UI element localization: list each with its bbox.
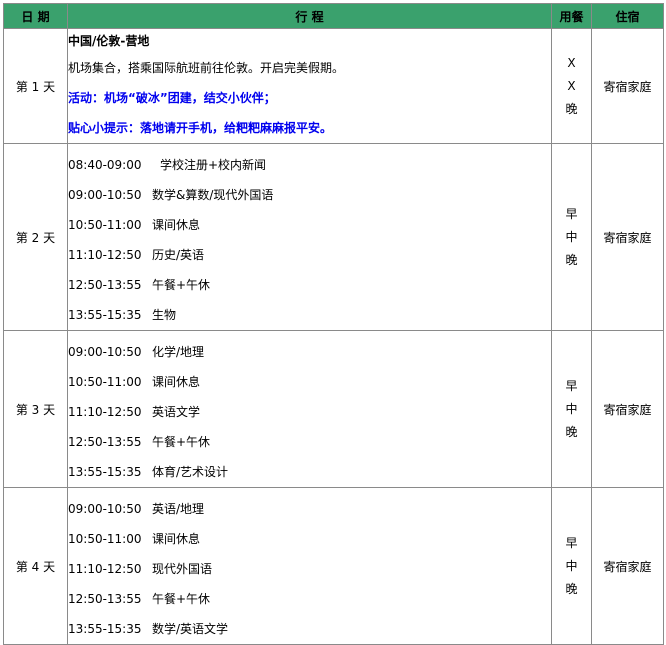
intro-tip: 贴心小提示：落地请开手机，给粑粑麻麻报平安。 [68,121,333,135]
item-time: 13:55-15:35 [68,622,142,636]
day-row: 第 1 天 中国/伦敦-营地 机场集合，搭乘国际航班前往伦敦。开启完美假期。 活… [3,28,664,144]
day-label: 第 2 天 [3,143,68,331]
stay-cell: 寄宿家庭 [591,330,664,488]
schedule-item: 12:50-13:55 午餐+午休 [68,584,551,614]
item-time: 13:55-15:35 [68,308,142,322]
header-meal: 用餐 [551,3,592,29]
meal-cell: 早 中 晚 [551,487,592,645]
item-activity: 生物 [152,308,177,322]
meal-cell: 早 中 晚 [551,143,592,331]
header-schedule: 行 程 [67,3,552,29]
item-time: 13:55-15:35 [68,465,142,479]
schedule-item: 12:50-13:55 午餐+午休 [68,270,551,300]
intro-activity: 活动：机场“破冰”团建，结交小伙伴； [68,91,276,105]
item-time: 09:00-10:50 [68,345,142,359]
item-activity: 英语/地理 [152,502,205,516]
item-time: 12:50-13:55 [68,278,142,292]
header-row: 日 期 行 程 用餐 住宿 [3,3,664,29]
schedule-item: 13:55-15:35 体育/艺术设计 [68,457,551,487]
stay-cell: 寄宿家庭 [591,143,664,331]
meal-lunch: 中 [565,229,578,244]
schedule-item: 12:50-13:55 午餐+午休 [68,427,551,457]
meal-dinner: 晚 [565,252,578,267]
item-activity: 午餐+午休 [152,435,211,449]
item-activity: 学校注册+校内新闻 [160,158,267,172]
item-time: 10:50-11:00 [68,218,142,232]
intro-text: 机场集合，搭乘国际航班前往伦敦。开启完美假期。 [68,61,345,75]
day-schedule: 08:40-09:00 学校注册+校内新闻 09:00-10:50 数学&算数/现代… [67,143,552,331]
item-activity: 英语文学 [152,405,201,419]
schedule-item: 10:50-11:00 课间休息 [68,524,551,554]
header-date: 日 期 [3,3,68,29]
meal-cell: X X 晚 [551,28,592,144]
schedule-item: 13:55-15:35 数学/英语文学 [68,614,551,644]
stay-cell: 寄宿家庭 [591,28,664,144]
item-activity: 体育/艺术设计 [152,465,229,479]
day-label: 第 1 天 [3,28,68,144]
day-label: 第 4 天 [3,487,68,645]
schedule-item: 09:00-10:50 英语/地理 [68,494,551,524]
meal-breakfast: 早 [565,535,578,550]
item-activity: 数学&算数/现代外国语 [152,188,274,202]
meal-breakfast: 早 [565,206,578,221]
meal-breakfast: 早 [565,378,578,393]
schedule-item: 13:55-15:35 生物 [68,300,551,330]
item-activity: 历史/英语 [152,248,205,262]
item-activity: 午餐+午休 [152,592,211,606]
item-time: 09:00-10:50 [68,188,142,202]
item-time: 11:10-12:50 [68,248,142,262]
schedule-item: 09:00-10:50 数学&算数/现代外国语 [68,180,551,210]
meal-dinner: 晚 [565,101,578,116]
itinerary-table: 日 期 行 程 用餐 住宿 第 1 天 中国/伦敦-营地 机场集合，搭乘国际航班… [3,3,664,645]
schedule-item: 11:10-12:50 现代外国语 [68,554,551,584]
meal-dinner: 晚 [565,581,578,596]
item-activity: 数学/英语文学 [152,622,229,636]
day-schedule: 中国/伦敦-营地 机场集合，搭乘国际航班前往伦敦。开启完美假期。 活动：机场“破… [67,28,552,144]
day-schedule: 09:00-10:50 化学/地理 10:50-11:00 课间休息 11:10-1… [67,330,552,488]
schedule-item: 08:40-09:00 学校注册+校内新闻 [68,150,551,180]
item-activity: 午餐+午休 [152,278,211,292]
meal-lunch: 中 [565,558,578,573]
schedule-item: 10:50-11:00 课间休息 [68,210,551,240]
item-activity: 课间休息 [152,218,201,232]
meal-dinner: 晚 [565,424,578,439]
item-activity: 现代外国语 [152,562,213,576]
item-time: 12:50-13:55 [68,592,142,606]
meal-lunch: X [567,78,576,93]
stay-cell: 寄宿家庭 [591,487,664,645]
day-row: 第 3 天 09:00-10:50 化学/地理 10:50-11:00 课间休息 1… [3,330,664,488]
item-time: 12:50-13:55 [68,435,142,449]
item-time: 09:00-10:50 [68,502,142,516]
item-time: 10:50-11:00 [68,375,142,389]
day-label: 第 3 天 [3,330,68,488]
meal-breakfast: X [567,55,576,70]
schedule-item: 11:10-12:50 英语文学 [68,397,551,427]
item-activity: 课间休息 [152,375,201,389]
schedule-item: 11:10-12:50 历史/英语 [68,240,551,270]
day-row: 第 2 天 08:40-09:00 学校注册+校内新闻 09:00-10:50 数学… [3,143,664,331]
item-time: 11:10-12:50 [68,562,142,576]
item-activity: 化学/地理 [152,345,205,359]
day-row: 第 4 天 09:00-10:50 英语/地理 10:50-11:00 课间休息 1… [3,487,664,645]
intro-title: 中国/伦敦-营地 [68,34,150,48]
header-stay: 住宿 [591,3,664,29]
meal-lunch: 中 [565,401,578,416]
meal-cell: 早 中 晚 [551,330,592,488]
item-activity: 课间休息 [152,532,201,546]
item-time: 10:50-11:00 [68,532,142,546]
item-time: 11:10-12:50 [68,405,142,419]
item-time: 08:40-09:00 [68,158,142,172]
schedule-item: 10:50-11:00 课间休息 [68,367,551,397]
schedule-item: 09:00-10:50 化学/地理 [68,337,551,367]
day-schedule: 09:00-10:50 英语/地理 10:50-11:00 课间休息 11:10-1… [67,487,552,645]
